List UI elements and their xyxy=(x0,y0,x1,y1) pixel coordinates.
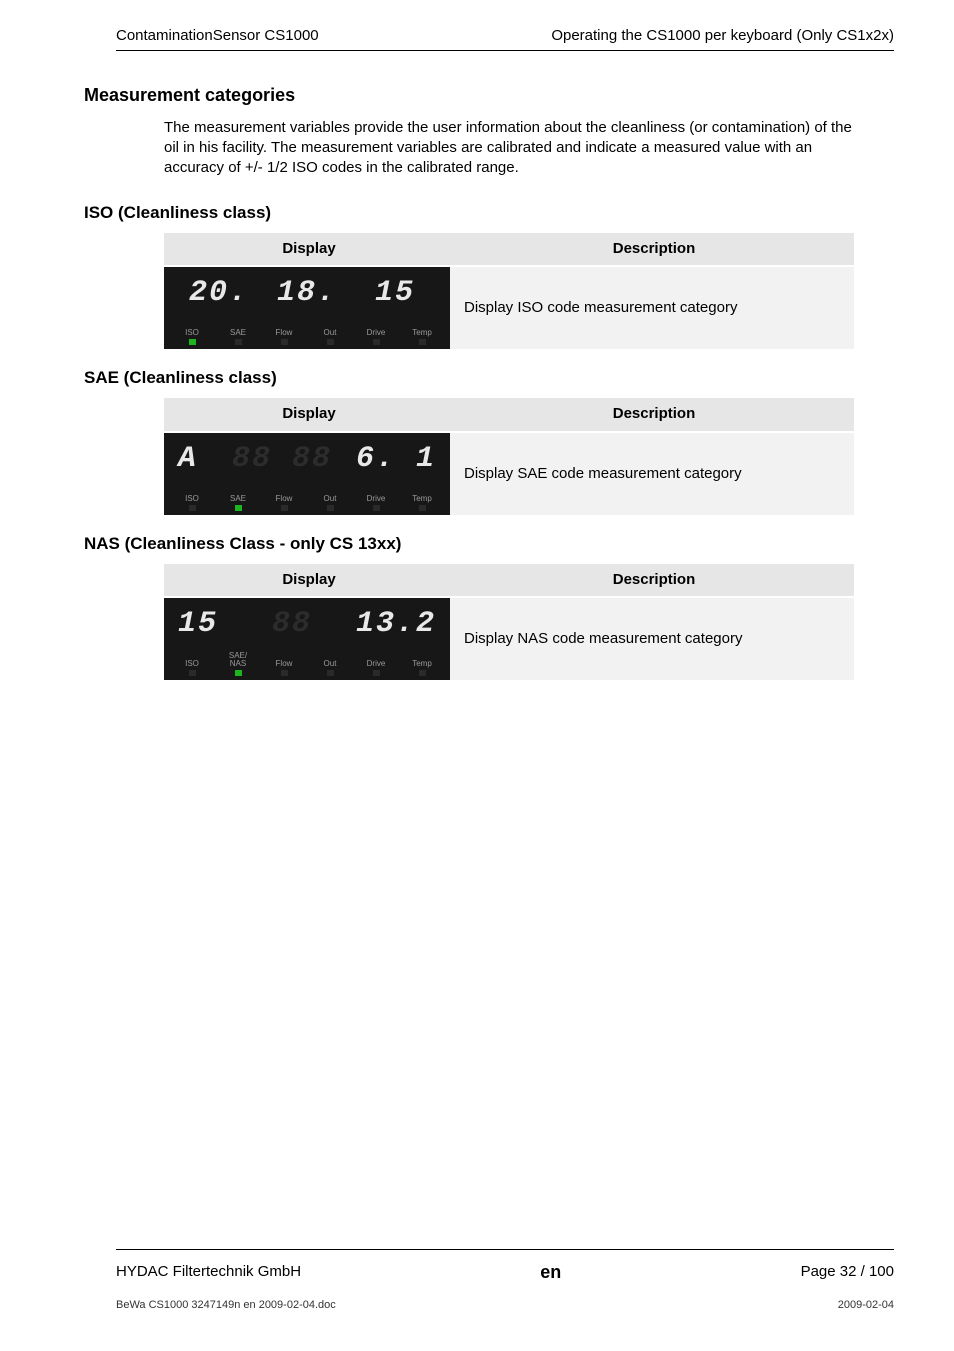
indicator-label: ISO xyxy=(174,660,210,676)
indicator-label: Temp xyxy=(404,660,440,676)
footer-doc: BeWa CS1000 3247149n en 2009-02-04.doc xyxy=(116,1298,336,1313)
sae-device: A 88 88 6. 1 ISO SAE Flow Out Drive Temp xyxy=(164,433,450,515)
sae-description: Display SAE code measurement category xyxy=(454,432,854,515)
seg-value: 13.2 xyxy=(336,604,436,645)
indicator-light xyxy=(373,670,380,676)
indicator-label: Out xyxy=(312,329,348,345)
indicator-light xyxy=(373,339,380,345)
indicator-label: Flow xyxy=(266,329,302,345)
page-footer: HYDAC Filtertechnik GmbH en Page 32 / 10… xyxy=(116,1249,894,1313)
iso-table: Display Description 20. 18. 15 ISO SAE Flo… xyxy=(164,233,854,349)
indicator-label: ISO xyxy=(174,329,210,345)
iso-device: 20. 18. 15 ISO SAE Flow Out Drive Temp xyxy=(164,267,450,349)
indicator-label: Drive xyxy=(358,660,394,676)
indicator-light xyxy=(189,670,196,676)
col-display: Display xyxy=(164,564,454,597)
indicator-light xyxy=(327,505,334,511)
indicator-label: Flow xyxy=(266,660,302,676)
col-display: Display xyxy=(164,233,454,266)
indicator-label: ISO xyxy=(174,495,210,511)
indicator-label: Temp xyxy=(404,495,440,511)
indicator-light xyxy=(189,339,196,345)
indicator-label: Drive xyxy=(358,329,394,345)
indicator-light xyxy=(235,670,242,676)
body-paragraph: The measurement variables provide the us… xyxy=(164,118,864,179)
seg-value: 18. xyxy=(266,273,348,314)
indicator-light xyxy=(281,339,288,345)
indicator-label: Drive xyxy=(358,495,394,511)
footer-company: HYDAC Filtertechnik GmbH xyxy=(116,1262,301,1282)
seg-dim: 88 88 xyxy=(224,439,340,480)
col-description: Description xyxy=(454,398,854,431)
indicator-label: Flow xyxy=(266,495,302,511)
indicator-light xyxy=(327,670,334,676)
nas-heading: NAS (Cleanliness Class - only CS 13xx) xyxy=(84,533,894,556)
sae-display-cell: A 88 88 6. 1 ISO SAE Flow Out Drive Temp xyxy=(164,432,454,515)
iso-display-cell: 20. 18. 15 ISO SAE Flow Out Drive Temp xyxy=(164,266,454,349)
sae-heading: SAE (Cleanliness class) xyxy=(84,367,894,390)
col-description: Description xyxy=(454,233,854,266)
indicator-light xyxy=(327,339,334,345)
seg-dim: 88 xyxy=(254,604,330,645)
indicator-label: SAE xyxy=(220,329,256,345)
indicator-light xyxy=(373,505,380,511)
indicator-label: Out xyxy=(312,495,348,511)
seg-value: A xyxy=(178,439,218,480)
indicator-label: Out xyxy=(312,660,348,676)
header-left: ContaminationSensor CS1000 xyxy=(116,26,319,46)
seg-value: 6. 1 xyxy=(346,439,436,480)
nas-description: Display NAS code measurement category xyxy=(454,597,854,680)
iso-heading: ISO (Cleanliness class) xyxy=(84,202,894,225)
section-title: Measurement categories xyxy=(84,83,894,107)
indicator-light xyxy=(189,505,196,511)
indicator-light xyxy=(419,339,426,345)
header-right: Operating the CS1000 per keyboard (Only … xyxy=(551,26,894,46)
col-display: Display xyxy=(164,398,454,431)
indicator-light xyxy=(419,670,426,676)
nas-display-cell: 15 88 13.2 ISO SAE/ NAS Flow Out Drive Temp xyxy=(164,597,454,680)
page-header: ContaminationSensor CS1000 Operating the… xyxy=(116,26,894,51)
nas-device: 15 88 13.2 ISO SAE/ NAS Flow Out Drive Temp xyxy=(164,598,450,680)
indicator-light xyxy=(235,505,242,511)
footer-page: Page 32 / 100 xyxy=(801,1262,894,1282)
nas-table: Display Description 15 88 13.2 ISO SAE/ N… xyxy=(164,564,854,680)
sae-table: Display Description A 88 88 6. 1 ISO SAE F… xyxy=(164,398,854,514)
indicator-label: SAE/ NAS xyxy=(220,652,256,676)
seg-value: 15 xyxy=(354,273,436,314)
seg-value: 15 xyxy=(178,604,248,645)
indicator-label: Temp xyxy=(404,329,440,345)
col-description: Description xyxy=(454,564,854,597)
footer-date: 2009-02-04 xyxy=(838,1298,894,1313)
indicator-label: SAE xyxy=(220,495,256,511)
footer-lang: en xyxy=(540,1260,561,1284)
indicator-light xyxy=(281,670,288,676)
seg-value: 20. xyxy=(178,273,260,314)
indicator-light xyxy=(281,505,288,511)
indicator-light xyxy=(235,339,242,345)
indicator-light xyxy=(419,505,426,511)
iso-description: Display ISO code measurement category xyxy=(454,266,854,349)
